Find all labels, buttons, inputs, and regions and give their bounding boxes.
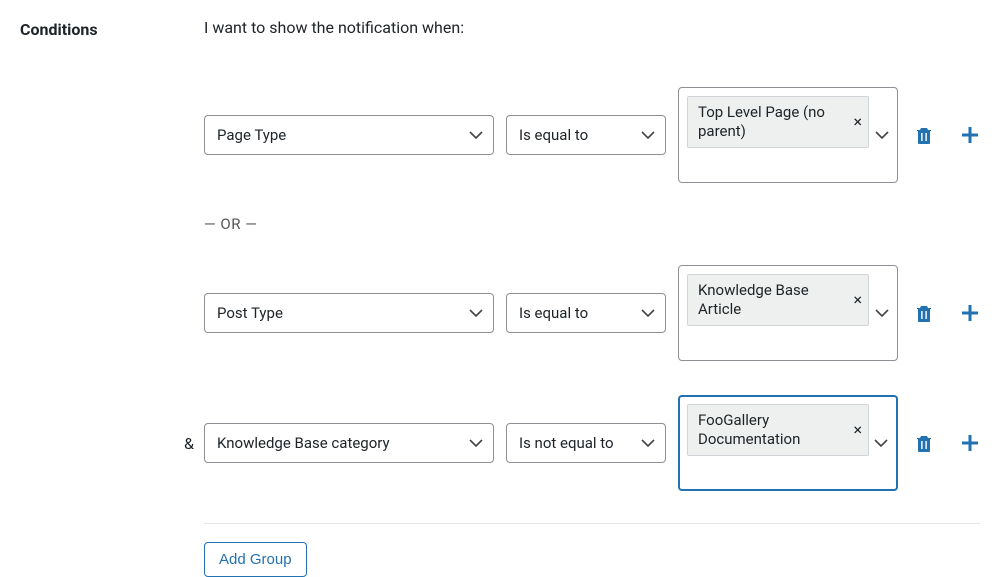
field-select-value: Knowledge Base category — [217, 434, 390, 452]
and-prefix: & — [184, 434, 198, 453]
conditions-form: I want to show the notification when: Pa… — [204, 18, 980, 577]
selected-chip: Knowledge Base Article × — [687, 274, 869, 326]
divider — [204, 523, 980, 524]
chevron-down-icon — [875, 131, 889, 139]
field-select[interactable]: Page Type — [204, 115, 494, 155]
selected-chip: Top Level Page (no parent) × — [687, 96, 869, 148]
value-multiselect[interactable]: FooGallery Documentation × — [678, 395, 898, 491]
or-separator: — OR — — [204, 215, 980, 233]
condition-row: Post Type Is equal to Knowledge Base Art… — [204, 265, 980, 361]
chevron-down-icon — [641, 131, 655, 139]
chevron-down-icon — [874, 439, 888, 447]
selected-chip: FooGallery Documentation × — [687, 404, 869, 456]
delete-rule-button[interactable] — [914, 303, 934, 323]
intro-text: I want to show the notification when: — [204, 18, 980, 37]
row-actions — [914, 303, 980, 323]
remove-chip-icon[interactable]: × — [853, 292, 862, 308]
operator-select[interactable]: Is equal to — [506, 293, 666, 333]
row-actions — [914, 433, 980, 453]
plus-icon — [961, 126, 979, 144]
section-label: Conditions — [20, 18, 204, 39]
delete-rule-button[interactable] — [914, 125, 934, 145]
chip-label: FooGallery Documentation — [698, 411, 845, 449]
remove-chip-icon[interactable]: × — [853, 422, 862, 438]
multiselect-toggle[interactable] — [875, 131, 889, 139]
value-multiselect[interactable]: Top Level Page (no parent) × — [678, 87, 898, 183]
field-select-value: Post Type — [217, 304, 283, 322]
multiselect-toggle[interactable] — [875, 309, 889, 317]
chevron-down-icon — [875, 309, 889, 317]
value-multiselect[interactable]: Knowledge Base Article × — [678, 265, 898, 361]
chevron-down-icon — [641, 309, 655, 317]
operator-select-value: Is equal to — [519, 126, 588, 144]
chip-label: Top Level Page (no parent) — [698, 103, 845, 141]
field-select-value: Page Type — [217, 126, 286, 144]
row-actions — [914, 125, 980, 145]
field-select[interactable]: Knowledge Base category — [204, 423, 494, 463]
trash-icon — [915, 125, 933, 145]
remove-chip-icon[interactable]: × — [853, 114, 862, 130]
chevron-down-icon — [469, 131, 483, 139]
delete-rule-button[interactable] — [914, 433, 934, 453]
condition-row: Page Type Is equal to Top Level Page (no… — [204, 87, 980, 183]
condition-row: & Knowledge Base category Is not equal t… — [204, 395, 980, 491]
chevron-down-icon — [641, 439, 655, 447]
chevron-down-icon — [469, 439, 483, 447]
trash-icon — [915, 433, 933, 453]
add-rule-button[interactable] — [960, 125, 980, 145]
chip-label: Knowledge Base Article — [698, 281, 845, 319]
operator-select[interactable]: Is not equal to — [506, 423, 666, 463]
operator-select-value: Is not equal to — [519, 434, 614, 452]
operator-select-value: Is equal to — [519, 304, 588, 322]
add-rule-button[interactable] — [960, 303, 980, 323]
add-group-button[interactable]: Add Group — [204, 542, 307, 577]
field-select[interactable]: Post Type — [204, 293, 494, 333]
plus-icon — [961, 434, 979, 452]
chevron-down-icon — [469, 309, 483, 317]
multiselect-toggle[interactable] — [874, 439, 888, 447]
plus-icon — [961, 304, 979, 322]
add-rule-button[interactable] — [960, 433, 980, 453]
operator-select[interactable]: Is equal to — [506, 115, 666, 155]
trash-icon — [915, 303, 933, 323]
